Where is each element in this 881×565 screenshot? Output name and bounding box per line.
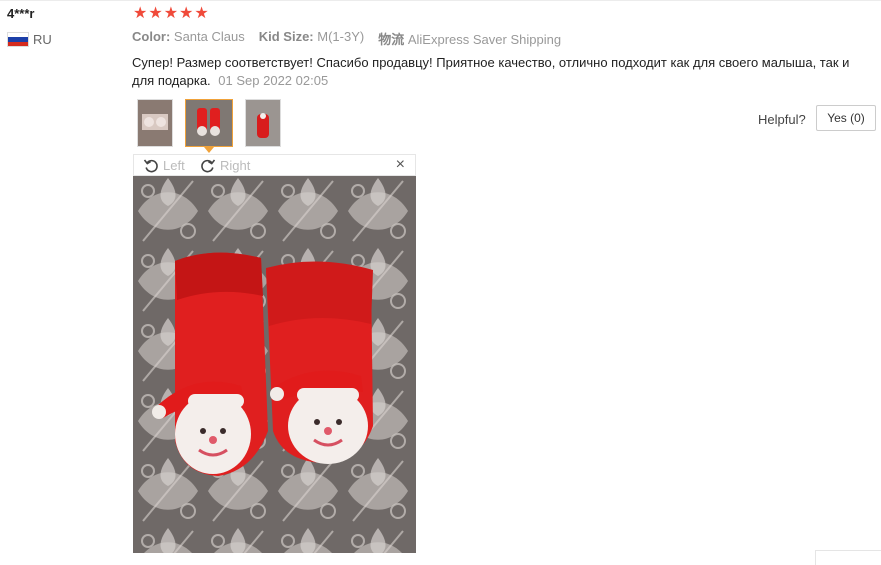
page-corner-widget <box>815 550 881 565</box>
review-photo-large <box>133 176 416 553</box>
active-thumbnail-indicator <box>204 147 214 153</box>
photo-thumbnails <box>137 99 281 147</box>
thumbnail-1[interactable] <box>137 99 173 147</box>
review-body: Супер! Размер соответствует! Спасибо про… <box>132 54 857 90</box>
country-code: RU <box>33 32 52 47</box>
star-icon: ★ <box>194 5 209 22</box>
star-icon: ★ <box>163 5 179 22</box>
close-viewer-button[interactable]: × <box>396 156 405 174</box>
product-attributes: Color: Santa Claus Kid Size: M(1-3Y) 物流 … <box>132 29 561 48</box>
rotate-right-icon <box>201 159 216 173</box>
russia-flag-icon <box>7 32 29 47</box>
reviewer-name: 4***r <box>7 6 35 21</box>
attribute-kid-size: Kid Size: M(1-3Y) <box>258 29 365 44</box>
rotate-left-button[interactable]: Left <box>143 157 185 173</box>
rotate-left-icon <box>143 159 158 173</box>
thumbnail-2-active[interactable] <box>185 99 233 147</box>
rotate-right-label: Right <box>220 157 251 173</box>
star-icon: ★ <box>179 5 194 22</box>
star-icon: ★ <box>148 5 163 22</box>
star-icon: ★ <box>133 5 148 22</box>
helpful-yes-button[interactable]: Yes (0) <box>816 105 876 131</box>
thumbnail-3[interactable] <box>245 99 281 147</box>
review-date: 01 Sep 2022 02:05 <box>218 73 329 88</box>
attribute-color: Color: Santa Claus <box>132 29 245 44</box>
reviewer-country: RU <box>7 32 52 47</box>
rotate-left-label: Left <box>163 157 185 173</box>
attribute-shipping: 物流 AliExpress Saver Shipping <box>378 32 562 47</box>
image-viewer-toolbar: Left Right × <box>133 154 416 176</box>
top-divider <box>0 0 881 1</box>
star-rating: ★ ★ ★ ★ ★ <box>133 6 209 22</box>
helpful-label: Helpful? <box>758 112 806 127</box>
rotate-right-button[interactable]: Right <box>200 157 250 173</box>
